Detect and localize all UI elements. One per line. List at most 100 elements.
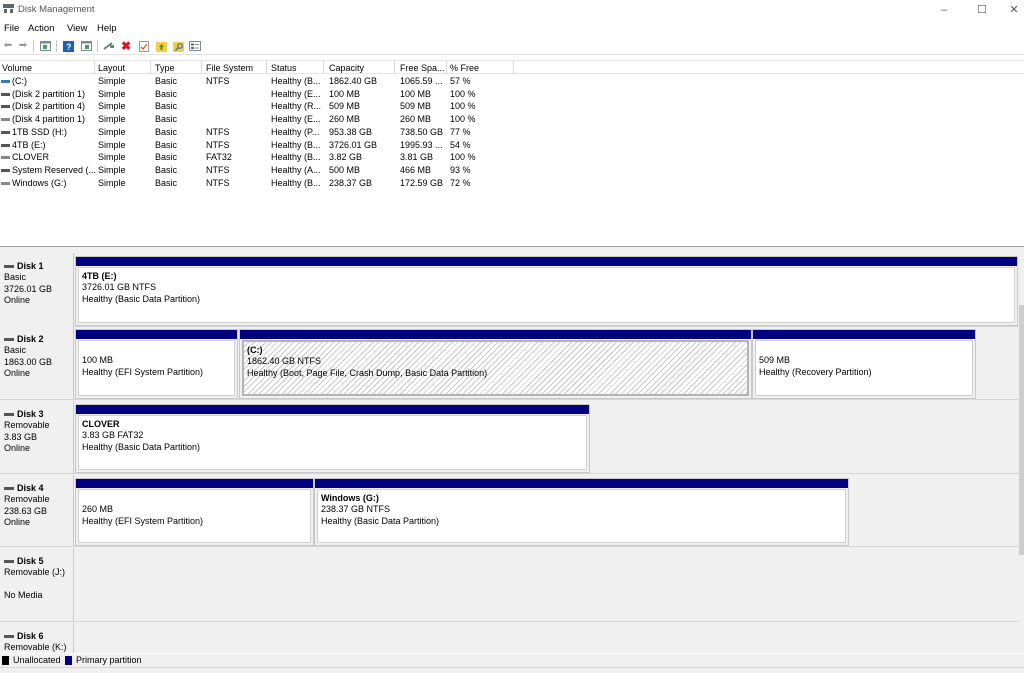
column-header-status[interactable]: Status	[271, 63, 297, 73]
disk-name-text: Disk 2	[17, 334, 44, 344]
connect-icon[interactable]	[103, 40, 115, 52]
volume-row[interactable]: (C:) Simple Basic NTFS Healthy (B... 1862.40 …	[0, 75, 1024, 88]
cell-type: Basic	[155, 114, 178, 125]
disk-info-panel[interactable]: Disk 2 Basic 1863.00 GB Online	[0, 326, 74, 399]
partition-size: 1862.40 GB NTFS	[247, 356, 322, 367]
volume-row[interactable]: System Reserved (... Simple Basic NTFS Healt…	[0, 164, 1024, 177]
column-header-capacity[interactable]: Capacity	[329, 63, 364, 73]
disk-info-panel[interactable]: Disk 3 Removable 3.83 GB Online	[0, 401, 74, 473]
partition-status: Healthy (Basic Data Partition)	[321, 515, 440, 526]
menu-file[interactable]: File	[4, 23, 19, 34]
disk-drive-icon	[4, 338, 14, 342]
forward-icon[interactable]: ➡	[17, 40, 29, 52]
column-header-type[interactable]: Type	[155, 63, 175, 73]
disk-name: Disk 6	[4, 631, 73, 642]
partition-block[interactable]: 509 MB Healthy (Recovery Partition)	[752, 329, 976, 399]
cell-file-system: NTFS	[206, 177, 230, 188]
column-header-free-space[interactable]: Free Spa...	[400, 63, 445, 73]
partition-block[interactable]: (C:) 1862.40 GB NTFS Healthy (Boot, Page F…	[239, 329, 752, 399]
cell-status: Healthy (B...	[271, 177, 321, 188]
partition-block[interactable]: 100 MB Healthy (EFI System Partition)	[75, 329, 238, 399]
title-bar: Disk Management – ☐ ✕	[0, 0, 1024, 19]
menu-action[interactable]: Action	[28, 23, 54, 34]
partition-status: Healthy (EFI System Partition)	[82, 366, 204, 377]
primary-partition-bar	[753, 330, 975, 339]
disk-name: Disk 2	[4, 334, 73, 345]
partition-block[interactable]: 4TB (E:) 3726.01 GB NTFS Healthy (Basic Da…	[75, 256, 1018, 326]
cell-capacity: 509 MB	[329, 101, 361, 112]
column-header-file-system[interactable]: File System	[206, 63, 253, 73]
cell-file-system: NTFS	[206, 164, 230, 175]
properties-icon[interactable]	[189, 40, 201, 52]
cell-layout: Simple	[98, 126, 126, 137]
volume-drive-icon	[1, 130, 10, 134]
legend-label-unallocated: Unallocated	[13, 655, 61, 665]
column-header-volume[interactable]: Volume	[2, 63, 32, 73]
volume-row[interactable]: (Disk 2 partition 4) Simple Basic Healthy (…	[0, 100, 1024, 113]
disk-row: Disk 6 Removable (K:)	[0, 623, 1024, 653]
disk-row: Disk 4 Removable 238.63 GB Online 260 MB Heal…	[0, 475, 1024, 547]
cell-free-space: 3.81 GB	[400, 152, 434, 163]
cell-percent-free: 72 %	[450, 177, 471, 188]
disk-row: Disk 5 Removable (J:) No Media	[0, 548, 1024, 622]
menu-view[interactable]: View	[67, 23, 87, 34]
minimize-button[interactable]: –	[926, 0, 962, 19]
volume-row[interactable]: (Disk 2 partition 1) Simple Basic Healthy (…	[0, 88, 1024, 101]
cell-layout: Simple	[98, 88, 126, 99]
partition-status: Healthy (EFI System Partition)	[82, 515, 204, 526]
vertical-scrollbar-thumb[interactable]	[1019, 305, 1024, 555]
menu-help[interactable]: Help	[97, 23, 117, 34]
column-header-layout[interactable]: Layout	[98, 63, 125, 73]
partition-size: 100 MB	[82, 355, 114, 366]
cell-layout: Simple	[98, 152, 126, 163]
folder-up-icon[interactable]	[155, 40, 167, 52]
partition-size: 3726.01 GB NTFS	[82, 282, 157, 293]
disk-name-text: Disk 4	[17, 483, 44, 493]
disk-name-text: Disk 5	[17, 556, 44, 566]
cell-volume: (Disk 4 partition 1)	[12, 114, 86, 125]
cell-type: Basic	[155, 88, 178, 99]
cell-percent-free: 100 %	[450, 88, 476, 99]
search-folder-icon[interactable]	[172, 40, 184, 52]
show-hide-action-pane-icon[interactable]	[80, 40, 92, 52]
cell-layout: Simple	[98, 76, 126, 86]
partition-block[interactable]: 260 MB Healthy (EFI System Partition)	[75, 478, 314, 546]
cell-volume: 1TB SSD (H:)	[12, 126, 68, 137]
cell-type: Basic	[155, 76, 178, 86]
volume-row[interactable]: (Disk 4 partition 1) Simple Basic Healthy (…	[0, 113, 1024, 126]
disk-drive-icon	[4, 413, 14, 417]
cell-type: Basic	[155, 139, 178, 150]
column-header-percent-free[interactable]: % Free	[450, 63, 479, 73]
disk-info-panel[interactable]: Disk 5 Removable (J:) No Media	[0, 548, 74, 621]
cell-percent-free: 57 %	[450, 76, 471, 86]
disk-info-panel[interactable]: Disk 4 Removable 238.63 GB Online	[0, 475, 74, 546]
help-icon[interactable]: ?	[62, 40, 74, 52]
partition-size: 238.37 GB NTFS	[321, 504, 391, 515]
delete-icon[interactable]: ✖	[120, 40, 132, 52]
show-hide-console-tree-icon[interactable]	[39, 40, 51, 52]
cell-file-system: FAT32	[206, 152, 232, 163]
disk-info-panel[interactable]: Disk 6 Removable (K:)	[0, 623, 74, 653]
partition-block[interactable]: CLOVER 3.83 GB FAT32 Healthy (Basic Data P…	[75, 404, 590, 473]
cell-file-system: NTFS	[206, 139, 230, 150]
disk-info-panel[interactable]: Disk 1 Basic 3726.01 GB Online	[0, 253, 74, 326]
legend-swatch-primary-partition	[65, 656, 72, 665]
volume-row[interactable]: 1TB SSD (H:) Simple Basic NTFS Healthy (P...…	[0, 126, 1024, 139]
disk-kind: Removable	[4, 494, 50, 505]
cell-percent-free: 54 %	[450, 139, 471, 150]
check-icon[interactable]	[138, 40, 150, 52]
disk-drive-icon	[4, 265, 14, 269]
cell-volume: 4TB (E:)	[12, 139, 46, 150]
cell-percent-free: 100 %	[450, 114, 476, 125]
maximize-button[interactable]: ☐	[964, 0, 1000, 19]
partition-status: Healthy (Boot, Page File, Crash Dump, Ba…	[247, 367, 488, 378]
partition-block[interactable]: Windows (G:) 238.37 GB NTFS Healthy (Basic…	[314, 478, 849, 546]
volume-row[interactable]: CLOVER Simple Basic FAT32 Healthy (B... 3.82 …	[0, 151, 1024, 164]
primary-partition-bar	[76, 257, 1017, 266]
close-button[interactable]: ✕	[996, 0, 1024, 19]
volume-row[interactable]: Windows (G:) Simple Basic NTFS Healthy (B...…	[0, 177, 1024, 190]
volume-drive-icon	[1, 105, 10, 109]
partition-title	[759, 344, 972, 355]
volume-row[interactable]: 4TB (E:) Simple Basic NTFS Healthy (B... 3726…	[0, 139, 1024, 152]
back-icon[interactable]: ⬅	[2, 40, 14, 52]
